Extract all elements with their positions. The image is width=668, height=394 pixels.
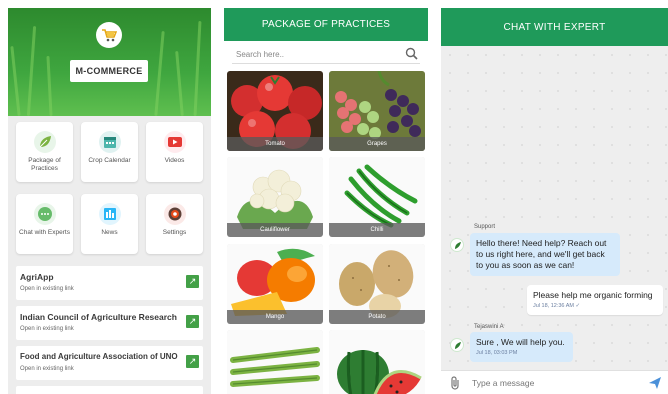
link-subtitle: Open in existing link [20,286,74,292]
message-input[interactable]: Type a message [441,370,668,394]
chat-background [441,46,668,370]
tile-label: Chat with Experts [19,229,70,236]
crop-card-cauliflower[interactable]: Cauliflower [227,157,323,237]
message-time: Jul 18, 03:03 PM [476,350,518,356]
crop-name: Chilli [329,223,425,237]
crop-card-chilli[interactable]: Chilli [329,157,425,237]
tile-crop-calendar[interactable]: Crop Calendar [81,122,138,182]
gear-icon [163,203,186,225]
crop-name: Potato [329,310,425,324]
crop-name: Tomato [227,137,323,151]
tile-news[interactable]: News [81,194,138,254]
external-link-icon[interactable]: ↗ [186,355,199,368]
crop-card-potato[interactable]: Potato [329,244,425,324]
link-subtitle: Open in existing link [20,326,74,332]
m-commerce-button[interactable]: M-COMMERCE [70,60,148,82]
link-fao[interactable]: Food and Agriculture Association of UNO … [16,346,203,380]
leaf-icon [33,131,56,153]
message-text: Sure , We will help you. [476,337,565,347]
message-time: Jul 18, 12:36 AM ✓ [533,303,581,309]
crop-card-watermelon[interactable] [329,330,425,394]
message-bubble-incoming: Hello there! Need help? Reach out to us … [470,233,620,276]
cart-icon [96,22,122,48]
tile-label: Package of Practices [28,157,61,172]
expert-avatar-icon [450,238,464,252]
expert-avatar-icon [450,338,464,352]
message-bubble-incoming: Sure , We will help you. Jul 18, 03:03 P… [470,332,573,362]
play-icon [163,131,186,153]
tile-package-of-practices[interactable]: Package of Practices [16,122,73,182]
search-icon[interactable] [405,47,418,65]
tile-label: Videos [164,157,185,164]
tile-label: Settings [162,229,187,236]
message-text: Please help me organic forming [533,290,653,300]
tile-videos[interactable]: Videos [146,122,203,182]
attachment-icon[interactable] [449,376,461,394]
link-title: AgriApp [20,272,54,282]
crop-name: Cauliflower [227,223,323,237]
tile-chat-with-experts[interactable]: Chat with Experts [16,194,73,254]
message-bubble-outgoing: Please help me organic forming Jul 18, 1… [527,285,663,315]
link-title: Food and Agriculture Association of UNO [20,352,178,361]
message-text: Hello there! Need help? Reach out to us … [476,238,607,270]
search-input[interactable]: Search here.. [232,46,420,64]
crop-card-grapes[interactable]: Grapes [329,71,425,151]
send-icon[interactable] [648,376,662,394]
tile-label: Crop Calendar [88,157,131,164]
sender-name: Tejaswini A [474,324,504,330]
sender-name: Support [474,224,496,230]
beans-image [227,330,323,394]
crop-name: Mango [227,310,323,324]
tile-settings[interactable]: Settings [146,194,203,254]
crop-name: Grapes [329,137,425,151]
search-placeholder: Search here.. [236,50,285,59]
link-title: Indian Council of Agriculture Research [20,312,177,322]
external-link-icon[interactable]: ↗ [186,275,199,288]
message-placeholder: Type a message [472,378,535,388]
home-screen: M-COMMERCE Package of Practices Crop Cal… [8,8,211,394]
link-subtitle: Open in existing link [20,366,74,372]
hero-banner: M-COMMERCE [8,8,211,116]
watermelon-image [329,330,425,394]
crop-card-mango[interactable]: Mango [227,244,323,324]
page-title: PACKAGE OF PRACTICES [224,8,428,41]
package-of-practices-screen: PACKAGE OF PRACTICES Search here.. Tomat… [224,8,428,394]
page-title: CHAT WITH EXPERT [441,8,668,46]
crop-card-beans[interactable] [227,330,323,394]
chat-screen: CHAT WITH EXPERT Support Hello there! Ne… [441,8,668,394]
external-link-icon[interactable]: ↗ [186,315,199,328]
crop-card-tomato[interactable]: Tomato [227,71,323,151]
link-item-partial[interactable] [16,386,203,394]
news-icon [98,203,121,225]
chat-icon [33,203,56,225]
tile-label: News [101,229,118,236]
link-icar[interactable]: Indian Council of Agriculture Research O… [16,306,203,340]
link-agriapp[interactable]: AgriApp Open in existing link ↗ [16,266,203,300]
calendar-icon [98,131,121,153]
